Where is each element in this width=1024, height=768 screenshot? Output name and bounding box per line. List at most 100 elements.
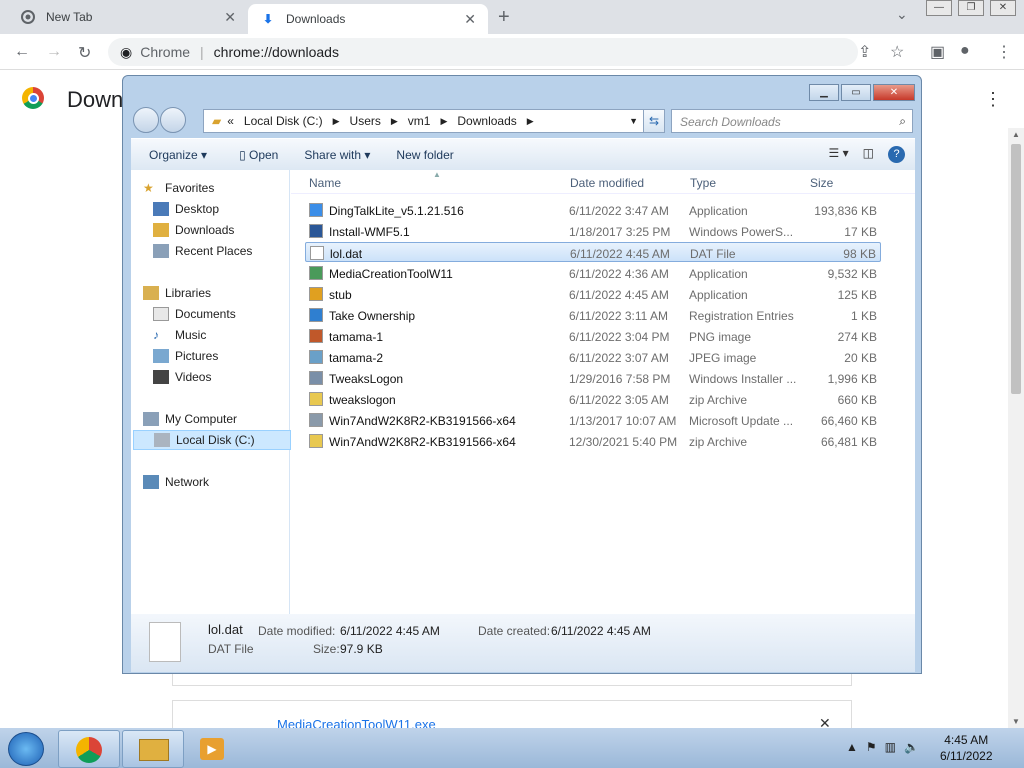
media-player-icon[interactable]: ▶ — [200, 738, 224, 760]
forward-icon[interactable]: → — [46, 43, 62, 61]
nav-network[interactable]: Network — [143, 472, 301, 492]
nav-music[interactable]: ♪ Music — [153, 325, 311, 345]
breadcrumb-local-disk[interactable]: Local Disk (C:) — [244, 114, 323, 128]
show-hidden-icons[interactable]: ▲ — [846, 740, 858, 754]
back-button[interactable] — [133, 107, 159, 133]
scroll-thumb[interactable] — [1011, 144, 1021, 394]
share-icon[interactable]: ⇪ — [858, 42, 871, 62]
forward-button[interactable] — [160, 107, 186, 133]
chevron-down-icon[interactable]: ▼ — [629, 116, 638, 126]
scroll-up-icon[interactable]: ▲ — [1012, 130, 1020, 139]
videos-icon — [153, 370, 169, 384]
nav-desktop[interactable]: Desktop — [153, 199, 311, 219]
search-input[interactable]: Search Downloads ⌕ — [671, 109, 913, 133]
table-row[interactable]: tamama-1 6/11/2022 3:04 PM PNG image 274 KB — [305, 326, 881, 346]
network-icon[interactable]: ▥ — [885, 740, 896, 754]
breadcrumb-vm1[interactable]: vm1 — [408, 114, 431, 128]
open-button[interactable]: ▯ Open — [239, 148, 278, 162]
start-button[interactable] — [8, 732, 44, 766]
side-panel-icon[interactable]: ▣ — [930, 42, 945, 62]
chevron-down-icon[interactable]: ⌄ — [896, 6, 908, 23]
table-row[interactable]: tamama-2 6/11/2022 3:07 AM JPEG image 20 KB — [305, 347, 881, 367]
help-icon[interactable]: ? — [888, 146, 905, 163]
nav-documents[interactable]: Documents — [153, 304, 311, 324]
nav-libraries[interactable]: Libraries — [143, 283, 301, 303]
maximize-button[interactable]: ▭ — [841, 84, 871, 101]
star-icon: ★ — [143, 181, 154, 195]
table-row[interactable]: Install-WMF5.1 1/18/2017 3:25 PM Windows P… — [305, 221, 881, 241]
search-icon[interactable]: ⌕ — [899, 114, 906, 129]
close-icon[interactable]: ✕ — [224, 9, 236, 26]
taskbar-chrome[interactable] — [58, 730, 120, 768]
sort-arrow-icon: ▲ — [433, 170, 441, 179]
more-menu-icon[interactable]: ⋮ — [984, 89, 1002, 110]
restore-button[interactable]: ❐ — [958, 0, 984, 16]
taskbar-explorer[interactable] — [122, 730, 184, 768]
explorer-toolbar: Organize ▾ ▯ Open Share with ▾ New folde… — [131, 138, 915, 170]
profile-icon[interactable]: ● — [960, 42, 970, 60]
preview-pane-icon[interactable]: ◫ — [863, 146, 874, 163]
table-row[interactable]: Win7AndW2K8R2-KB3191566-x64 1/13/2017 10:… — [305, 410, 881, 430]
table-row[interactable]: lol.dat 6/11/2022 4:45 AM DAT File 98 KB — [305, 242, 881, 262]
view-options-icon[interactable]: ☰ ▾ — [829, 146, 849, 163]
nav-label: Desktop — [175, 202, 220, 216]
minimize-button[interactable]: ▁ — [809, 84, 839, 101]
breadcrumb-overflow[interactable]: « — [227, 114, 234, 128]
clock[interactable]: 4:45 AM 6/11/2022 — [940, 732, 993, 764]
table-row[interactable]: MediaCreationToolW11 6/11/2022 4:36 AM App… — [305, 263, 881, 283]
tab-downloads[interactable]: ⬇ Downloads ✕ — [248, 4, 488, 34]
table-row[interactable]: TweaksLogon 1/29/2016 7:58 PM Windows Inst… — [305, 368, 881, 388]
bookmark-star-icon[interactable]: ☆ — [890, 42, 904, 62]
close-window-button[interactable]: ✕ — [990, 0, 1016, 16]
table-row[interactable]: Take Ownership 6/11/2022 3:11 AM Registrat… — [305, 305, 881, 325]
app-icon — [309, 203, 323, 217]
breadcrumb-users[interactable]: Users — [350, 114, 381, 128]
file-size: 1 KB — [850, 309, 877, 323]
file-type: Application — [689, 204, 748, 218]
column-type[interactable]: Type — [690, 176, 716, 190]
address-bar[interactable]: ◉ Chrome | chrome://downloads — [108, 38, 858, 66]
file-type: DAT File — [690, 247, 736, 261]
chevron-right-icon[interactable]: ▶ — [391, 116, 398, 127]
nav-local-disk[interactable]: Local Disk (C:) — [133, 430, 291, 450]
back-icon[interactable]: ← — [14, 43, 30, 61]
nav-videos[interactable]: Videos — [153, 367, 311, 387]
nav-downloads[interactable]: Downloads — [153, 220, 311, 240]
close-icon[interactable]: ✕ — [464, 11, 476, 28]
chevron-right-icon[interactable]: ▶ — [440, 116, 447, 127]
tab-new-tab[interactable]: New Tab ✕ — [8, 0, 248, 34]
organize-button[interactable]: Organize ▾ — [149, 148, 207, 162]
file-type: Application — [689, 288, 748, 302]
breadcrumb-downloads[interactable]: Downloads — [457, 114, 516, 128]
nav-my-computer[interactable]: My Computer — [143, 409, 301, 429]
chevron-right-icon[interactable]: ▶ — [333, 116, 340, 127]
scroll-down-icon[interactable]: ▼ — [1012, 717, 1020, 726]
nav-pictures[interactable]: Pictures — [153, 346, 311, 366]
column-name[interactable]: Name — [309, 176, 341, 190]
close-button[interactable]: ✕ — [873, 84, 915, 101]
table-row[interactable]: stub 6/11/2022 4:45 AM Application 125 KB — [305, 284, 881, 304]
refresh-button[interactable]: ⇆ — [643, 109, 665, 133]
explorer-address-bar[interactable]: ▰ « Local Disk (C:) ▶ Users ▶ vm1 ▶ Down… — [203, 109, 665, 133]
column-size[interactable]: Size — [810, 176, 833, 190]
new-folder-button[interactable]: New folder — [396, 148, 453, 162]
column-date-modified[interactable]: Date modified — [570, 176, 644, 190]
nav-recent-places[interactable]: Recent Places — [153, 241, 311, 261]
file-type: Application — [689, 267, 748, 281]
reload-icon[interactable]: ↻ — [78, 43, 91, 63]
table-row[interactable]: tweakslogon 6/11/2022 3:05 AM zip Archive 6… — [305, 389, 881, 409]
minimize-button[interactable]: — — [926, 0, 952, 16]
chevron-right-icon[interactable]: ▶ — [527, 116, 534, 127]
table-row[interactable]: Win7AndW2K8R2-KB3191566-x64 12/30/2021 5:… — [305, 431, 881, 451]
table-row[interactable]: DingTalkLite_v5.1.21.516 6/11/2022 3:47 A… — [305, 200, 881, 220]
zip-icon — [309, 392, 323, 406]
menu-icon[interactable]: ⋮ — [996, 42, 1012, 62]
share-with-button[interactable]: Share with ▾ — [304, 148, 370, 162]
volume-icon[interactable]: 🔈 — [904, 740, 919, 754]
page-scrollbar[interactable]: ▲ ▼ — [1008, 128, 1024, 728]
action-center-icon[interactable]: ⚑ — [866, 740, 877, 754]
nav-label: Libraries — [165, 286, 212, 300]
file-name: Take Ownership — [329, 309, 416, 323]
nav-favorites[interactable]: ★ Favorites — [143, 178, 301, 198]
new-tab-button[interactable]: + — [498, 6, 510, 29]
